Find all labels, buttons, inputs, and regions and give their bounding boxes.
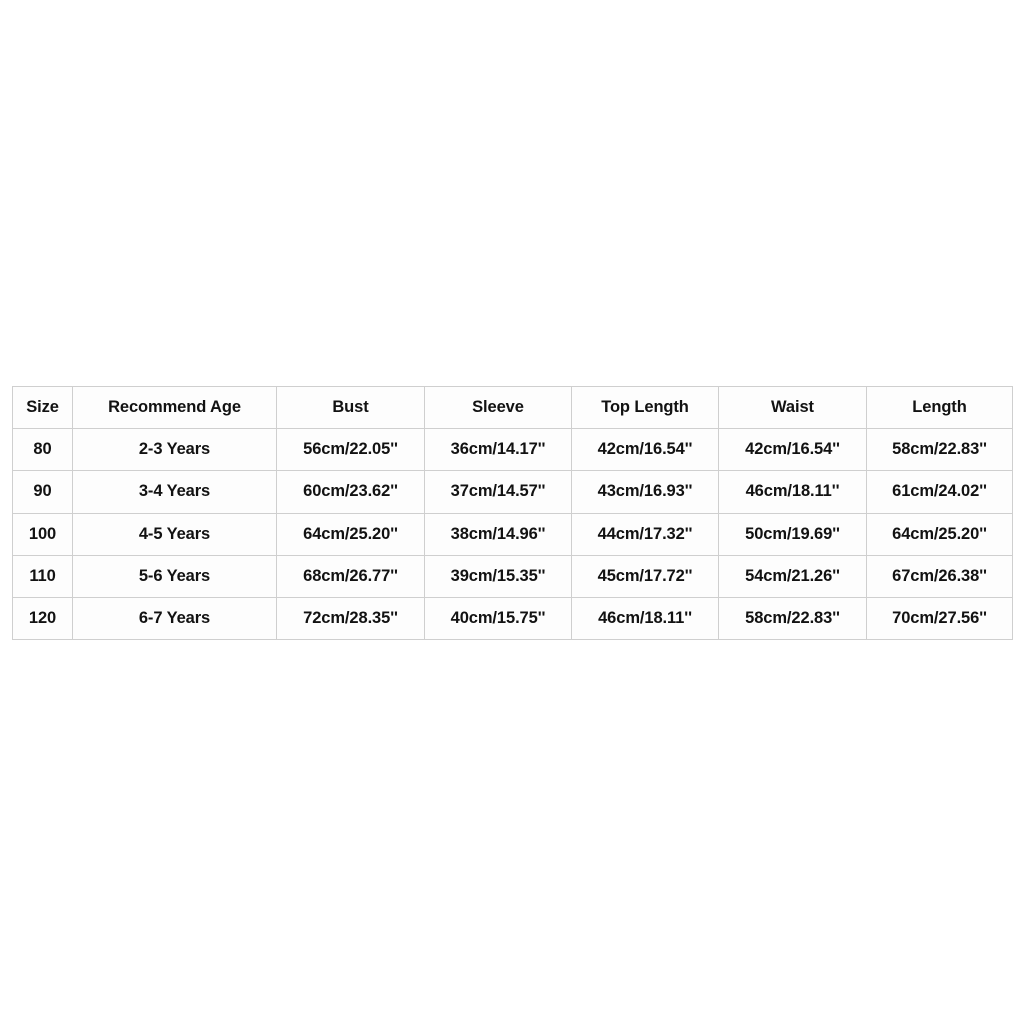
- cell-sleeve: 39cm/15.35'': [424, 554, 572, 599]
- cell-sleeve: 38cm/14.96'': [424, 512, 572, 556]
- page-root: Size Recommend Age Bust Sleeve Top Lengt…: [0, 0, 1024, 1024]
- cell-length: 61cm/24.02'': [866, 470, 1013, 514]
- column-header-waist: Waist: [718, 386, 867, 429]
- cell-waist: 46cm/18.11'': [718, 470, 867, 514]
- cell-age: 4-5 Years: [72, 512, 277, 556]
- cell-bust: 68cm/26.77'': [276, 554, 425, 599]
- size-chart-body: 80 2-3 Years 56cm/22.05'' 36cm/14.17'' 4…: [12, 427, 1013, 641]
- cell-size: 90: [12, 470, 73, 514]
- cell-top-length: 42cm/16.54'': [571, 427, 719, 472]
- table-row: 120 6-7 Years 72cm/28.35'' 40cm/15.75'' …: [12, 597, 1013, 641]
- cell-top-length: 45cm/17.72'': [571, 554, 719, 599]
- column-header-top-length: Top Length: [571, 386, 719, 429]
- cell-length: 64cm/25.20'': [866, 512, 1013, 556]
- cell-age: 3-4 Years: [72, 470, 277, 514]
- table-row: 110 5-6 Years 68cm/26.77'' 39cm/15.35'' …: [12, 554, 1013, 599]
- cell-length: 70cm/27.56'': [866, 597, 1013, 641]
- header-row: Size Recommend Age Bust Sleeve Top Lengt…: [12, 386, 1013, 429]
- cell-sleeve: 36cm/14.17'': [424, 427, 572, 472]
- size-chart-table: Size Recommend Age Bust Sleeve Top Lengt…: [12, 386, 1013, 641]
- cell-sleeve: 40cm/15.75'': [424, 597, 572, 641]
- cell-size: 120: [12, 597, 73, 641]
- cell-age: 5-6 Years: [72, 554, 277, 599]
- table-row: 90 3-4 Years 60cm/23.62'' 37cm/14.57'' 4…: [12, 470, 1013, 514]
- cell-age: 2-3 Years: [72, 427, 277, 472]
- column-header-sleeve: Sleeve: [424, 386, 572, 429]
- cell-bust: 56cm/22.05'': [276, 427, 425, 472]
- table-row: 100 4-5 Years 64cm/25.20'' 38cm/14.96'' …: [12, 512, 1013, 556]
- column-header-bust: Bust: [276, 386, 425, 429]
- table-row: 80 2-3 Years 56cm/22.05'' 36cm/14.17'' 4…: [12, 427, 1013, 472]
- cell-waist: 58cm/22.83'': [718, 597, 867, 641]
- cell-top-length: 43cm/16.93'': [571, 470, 719, 514]
- column-header-size: Size: [12, 386, 73, 429]
- cell-waist: 54cm/21.26'': [718, 554, 867, 599]
- column-header-recommend-age: Recommend Age: [72, 386, 277, 429]
- cell-top-length: 44cm/17.32'': [571, 512, 719, 556]
- cell-sleeve: 37cm/14.57'': [424, 470, 572, 514]
- cell-age: 6-7 Years: [72, 597, 277, 641]
- cell-waist: 50cm/19.69'': [718, 512, 867, 556]
- cell-length: 67cm/26.38'': [866, 554, 1013, 599]
- cell-length: 58cm/22.83'': [866, 427, 1013, 472]
- cell-bust: 64cm/25.20'': [276, 512, 425, 556]
- cell-top-length: 46cm/18.11'': [571, 597, 719, 641]
- cell-waist: 42cm/16.54'': [718, 427, 867, 472]
- cell-size: 80: [12, 427, 73, 472]
- column-header-length: Length: [866, 386, 1013, 429]
- cell-size: 110: [12, 554, 73, 599]
- cell-bust: 72cm/28.35'': [276, 597, 425, 641]
- cell-bust: 60cm/23.62'': [276, 470, 425, 514]
- size-chart-container: Size Recommend Age Bust Sleeve Top Lengt…: [12, 386, 1013, 641]
- size-chart-header: Size Recommend Age Bust Sleeve Top Lengt…: [12, 386, 1013, 429]
- cell-size: 100: [12, 512, 73, 556]
